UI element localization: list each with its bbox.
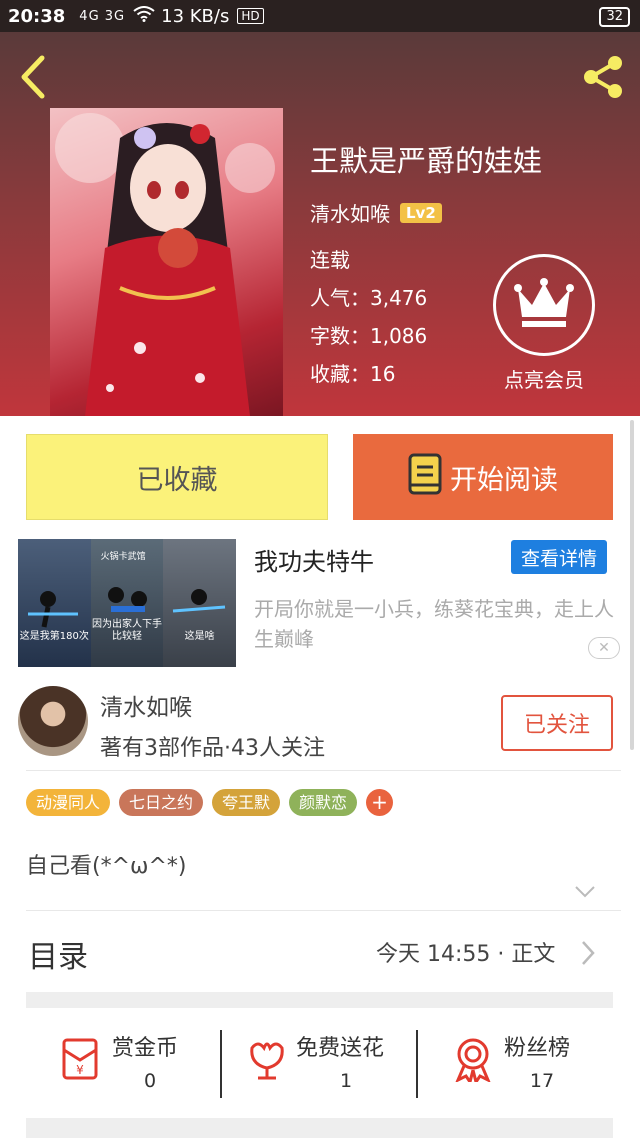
red-envelope-icon: ¥ xyxy=(58,1036,104,1082)
book-title: 王默是严爵的娃娃 xyxy=(310,144,543,178)
wifi-icon xyxy=(133,5,155,27)
start-reading-button[interactable]: 开始阅读 xyxy=(353,434,613,520)
book-author-row: 清水如喉 Lv2 xyxy=(310,198,442,227)
add-tag-button[interactable]: + xyxy=(366,789,394,816)
author-level-badge: Lv2 xyxy=(400,202,442,223)
medal-icon xyxy=(450,1036,496,1086)
start-reading-label: 开始阅读 xyxy=(450,464,558,496)
share-button[interactable] xyxy=(578,52,628,102)
book-cover-image[interactable] xyxy=(50,108,283,416)
divider xyxy=(26,910,621,911)
status-bar: 20:38 4G 3G 13 KB/s HD 32 xyxy=(0,0,640,32)
network-speed: 13 KB/s xyxy=(161,5,230,27)
hd-badge: HD xyxy=(237,8,264,24)
ad-panel: 火锅卡武馆 因为出家人下手比较轻 xyxy=(90,539,164,667)
divider xyxy=(26,770,621,771)
fan-ranking-value: 17 xyxy=(529,1070,555,1092)
divider xyxy=(416,1030,418,1098)
author-name[interactable]: 清水如喉 xyxy=(100,688,192,722)
book-popularity: 人气：3,476 xyxy=(310,286,428,310)
ad-panel: 这是啥 xyxy=(163,539,236,667)
ad-panel: 这是我第180次 xyxy=(18,539,91,667)
divider xyxy=(220,1030,222,1098)
send-flower-label: 免费送花 xyxy=(296,1036,385,1061)
book-status: 连载 xyxy=(310,248,350,272)
author-works-summary: 著有3部作品·43人关注 xyxy=(100,736,325,761)
ad-panel-caption: 这是我第180次 xyxy=(19,631,89,642)
tag-item[interactable]: 动漫同人 xyxy=(26,789,111,816)
catalog-latest-update: 今天 14:55 · 正文 xyxy=(376,942,556,967)
back-button[interactable] xyxy=(14,52,54,102)
crown-icon xyxy=(514,278,574,327)
share-icon xyxy=(584,56,622,98)
svg-text:¥: ¥ xyxy=(76,1063,84,1077)
ad-thumbnail[interactable]: 这是我第180次 火锅卡武馆 因为出家人下手比较轻 这是啥 xyxy=(18,539,236,667)
chevron-down-icon[interactable] xyxy=(574,884,596,898)
avatar[interactable] xyxy=(18,686,88,756)
book-favorites: 收藏：16 xyxy=(310,362,396,386)
close-icon: ✕ xyxy=(598,640,610,656)
book-word-count: 字数：1,086 xyxy=(310,324,428,348)
ad-description: 开局你就是一小兵，练葵花宝典，走上人生巅峰 xyxy=(254,597,614,651)
fan-ranking-label: 粉丝榜 xyxy=(504,1036,571,1061)
collected-button[interactable]: 已收藏 xyxy=(26,434,328,520)
fan-ranking-button[interactable]: 粉丝榜 17 xyxy=(450,1022,600,1106)
bottom-actions: ¥ 赏金币 0 免费送花 1 粉丝榜 17 xyxy=(0,1022,640,1106)
ad-title: 我功夫特牛 xyxy=(254,548,374,576)
scrollbar[interactable] xyxy=(630,420,634,750)
catalog-title: 目录 xyxy=(28,940,88,975)
cover-illustration xyxy=(55,113,275,416)
book-icon xyxy=(408,453,442,502)
tag-item[interactable]: 夸王默 xyxy=(212,789,281,816)
chevron-right-icon xyxy=(580,940,596,966)
battery-indicator: 32 xyxy=(599,7,630,27)
signal-indicator: 4G 3G xyxy=(79,8,126,24)
book-detail-content: 已收藏 开始阅读 这是我第180次 火锅卡武馆 因为出家人下手比较轻 这是啥 我 xyxy=(0,416,640,1138)
catalog-row[interactable]: 目录 今天 14:55 · 正文 xyxy=(0,916,640,990)
ad-panel-caption: 因为出家人下手比较轻 xyxy=(92,619,162,642)
tag-item[interactable]: 七日之约 xyxy=(119,789,204,816)
section-separator xyxy=(26,1118,613,1138)
tag-list: 动漫同人 七日之约 夸王默 颜默恋 + xyxy=(26,789,394,816)
vip-label: 点亮会员 xyxy=(504,368,584,392)
flower-icon xyxy=(244,1036,290,1082)
chevron-left-icon xyxy=(21,55,45,99)
book-author-name[interactable]: 清水如喉 xyxy=(310,198,390,227)
tag-item[interactable]: 颜默恋 xyxy=(289,789,358,816)
reward-coins-button[interactable]: ¥ 赏金币 0 xyxy=(58,1022,208,1106)
send-flower-value: 1 xyxy=(339,1070,353,1092)
ad-close-button[interactable]: ✕ xyxy=(588,637,620,659)
reward-coins-value: 0 xyxy=(143,1070,157,1092)
ad-panel-caption: 这是啥 xyxy=(184,631,215,642)
status-time: 20:38 xyxy=(8,5,66,27)
vip-button[interactable] xyxy=(493,254,595,356)
book-header: 王默是严爵的娃娃 清水如喉 Lv2 连载 人气：3,476 字数：1,086 收… xyxy=(0,32,640,416)
send-flower-button[interactable]: 免费送花 1 xyxy=(244,1022,406,1106)
collected-label: 已收藏 xyxy=(136,464,218,496)
ad-details-button[interactable]: 查看详情 xyxy=(511,540,607,574)
follow-button[interactable]: 已关注 xyxy=(501,695,613,751)
reward-coins-label: 赏金币 xyxy=(112,1036,179,1061)
book-intro: 自己看(*^ω^*) xyxy=(26,854,187,879)
section-separator xyxy=(26,992,613,1008)
